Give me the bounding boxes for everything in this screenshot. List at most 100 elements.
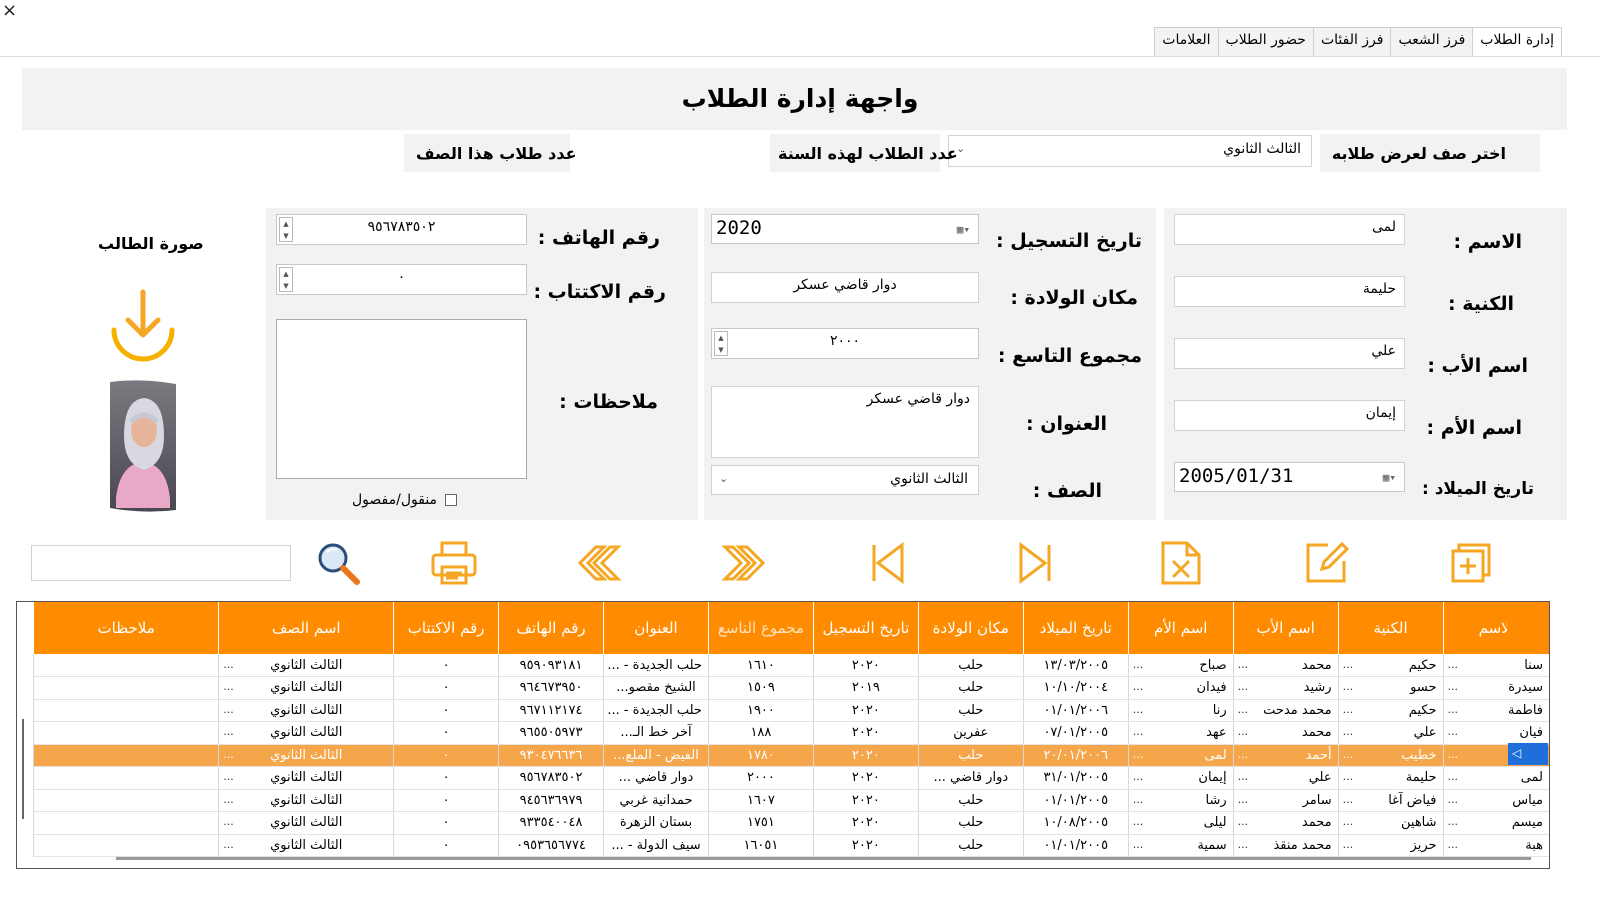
- first-icon[interactable]: [858, 538, 918, 588]
- col-father-cell[interactable]: علي...: [1232, 766, 1339, 790]
- col-mother-cell[interactable]: عهد...: [1127, 721, 1234, 745]
- col-birthdate-cell[interactable]: ١٣/٠٣/٢٠٠٥: [1022, 654, 1129, 677]
- ellipsis-button[interactable]: ...: [223, 703, 234, 716]
- col-regdate-cell[interactable]: ٢٠٢٠: [812, 834, 919, 857]
- father-name-field[interactable]: علي: [1174, 338, 1405, 369]
- search-icon[interactable]: [308, 538, 368, 588]
- ellipsis-button[interactable]: ...: [1133, 680, 1144, 693]
- table-row[interactable]: سيدرة... حسو... رشيد... فيدان... ١٠/١٠/٢٠٠٤ ح…: [32, 676, 1549, 700]
- surname-field[interactable]: حليمة: [1174, 276, 1405, 307]
- col-ninth-total-cell[interactable]: ١٦٠٧: [707, 789, 814, 812]
- ellipsis-button[interactable]: ...: [1343, 725, 1354, 738]
- edit-icon[interactable]: [1296, 538, 1356, 588]
- col-ninth-total-cell[interactable]: ١٧٨٠: [707, 744, 814, 767]
- col-phone-cell[interactable]: ٩٦٤٦٧٣٩٥٠: [498, 676, 604, 700]
- registration-date-picker[interactable]: 2020 ▦▾: [711, 214, 979, 244]
- ellipsis-button[interactable]: ...: [1343, 658, 1354, 671]
- col-father-cell[interactable]: محمد منقذ...: [1232, 834, 1339, 857]
- col-mother-cell[interactable]: رنا...: [1127, 699, 1234, 722]
- col-birthplace-cell[interactable]: حلب...: [917, 834, 1024, 857]
- ellipsis-button[interactable]: ...: [223, 793, 234, 806]
- col-notes-cell[interactable]: [32, 744, 219, 767]
- delete-icon[interactable]: [1150, 538, 1210, 588]
- col-birthplace-cell[interactable]: حلب...: [917, 676, 1024, 700]
- col-subscription-cell[interactable]: ٠: [393, 721, 499, 745]
- col-class-name-cell[interactable]: الثالث الثانوي...: [218, 744, 394, 767]
- ellipsis-button[interactable]: ...: [1448, 703, 1459, 716]
- col-subscription-cell[interactable]: ٠: [393, 654, 499, 677]
- col-address-cell[interactable]: حلب الجديدة - ......: [603, 699, 709, 722]
- table-row[interactable]: سنا... حكيم... محمد... صباح... ١٣/٠٣/٢٠٠٥ حلب…: [32, 654, 1549, 677]
- col-regdate-cell[interactable]: ٢٠٢٠: [812, 789, 919, 812]
- ellipsis-button[interactable]: ...: [1448, 748, 1459, 761]
- col-address-cell[interactable]: دوار قاضي ......: [603, 766, 709, 790]
- previous-icon[interactable]: [570, 538, 630, 588]
- col-notes-cell[interactable]: [32, 811, 219, 835]
- col-name-cell[interactable]: مياس...: [1442, 789, 1549, 812]
- next-icon[interactable]: [713, 538, 773, 588]
- last-icon[interactable]: [1005, 538, 1065, 588]
- ellipsis-button[interactable]: ...: [1448, 815, 1459, 828]
- ellipsis-button[interactable]: ...: [223, 658, 234, 671]
- col-ninth-total-cell[interactable]: ١٦١٠: [707, 654, 814, 677]
- col-subscription-cell[interactable]: ٠: [393, 744, 499, 767]
- col-father-cell[interactable]: رشيد...: [1232, 676, 1339, 700]
- col-address-cell[interactable]: سيف الدولة - ......: [603, 834, 709, 857]
- col-subscription-cell[interactable]: ٠: [393, 811, 499, 835]
- ellipsis-button[interactable]: ...: [1343, 770, 1354, 783]
- col-birthplace-header[interactable]: مكان الولادة: [917, 602, 1024, 654]
- ellipsis-button[interactable]: ...: [1238, 658, 1249, 671]
- col-notes-cell[interactable]: [32, 789, 219, 812]
- ellipsis-button[interactable]: ...: [1133, 658, 1144, 671]
- col-mother-cell[interactable]: ليلى...: [1127, 811, 1234, 835]
- col-birthdate-cell[interactable]: ٣١/٠١/٢٠٠٥: [1022, 766, 1129, 790]
- ellipsis-button[interactable]: ...: [1343, 838, 1354, 851]
- col-class-name-cell[interactable]: الثالث الثانوي...: [218, 699, 394, 722]
- col-birthplace-cell[interactable]: حلب...: [917, 789, 1024, 812]
- col-birthdate-header[interactable]: تاريخ الميلاد: [1022, 602, 1129, 654]
- ellipsis-button[interactable]: ...: [1238, 770, 1249, 783]
- col-class-name-cell[interactable]: الثالث الثانوي...: [218, 834, 394, 857]
- col-surname-cell[interactable]: علي...: [1337, 721, 1444, 745]
- col-father-header[interactable]: اسم الأب: [1232, 602, 1339, 654]
- col-name-cell[interactable]: فيان...: [1442, 721, 1549, 745]
- col-phone-header[interactable]: رقم الهاتف: [498, 602, 604, 654]
- close-icon[interactable]: ×: [2, 0, 17, 21]
- ellipsis-button[interactable]: ...: [1343, 680, 1354, 693]
- col-surname-cell[interactable]: حسو...: [1337, 676, 1444, 700]
- transferred-checkbox[interactable]: [445, 494, 458, 506]
- col-mother-header[interactable]: اسم الأم: [1127, 602, 1234, 654]
- col-subscription-cell[interactable]: ٠: [393, 699, 499, 722]
- notes-field[interactable]: [276, 319, 527, 479]
- table-row[interactable]: مياس... فياض آغا... سامر... رشا... ٠١/٠١/٢٠٠…: [32, 789, 1549, 812]
- col-ninth-total-cell[interactable]: ١٩٠٠: [707, 699, 814, 722]
- col-birthdate-cell[interactable]: ١٠/٠٨/٢٠٠٥: [1022, 811, 1129, 835]
- col-phone-cell[interactable]: ٩٥٦٧٨٣٥٠٢: [498, 766, 604, 790]
- ellipsis-button[interactable]: ...: [223, 680, 234, 693]
- col-father-cell[interactable]: محمد...: [1232, 654, 1339, 677]
- birthdate-picker[interactable]: 2005/01/31 ▦▾: [1174, 462, 1405, 492]
- col-birthdate-cell[interactable]: ٠١/٠١/٢٠٠٦: [1022, 699, 1129, 722]
- col-mother-cell[interactable]: سمية...: [1127, 834, 1234, 857]
- table-row[interactable]: فاطمة... حكيم... محمد مدحت... رنا... ٠١/٠١/٢…: [32, 699, 1549, 722]
- col-address-cell[interactable]: حمدانية غربي...: [603, 789, 709, 812]
- subscription-number-stepper[interactable]: ٠ ▲ ▼: [276, 264, 527, 295]
- col-address-cell[interactable]: بستان الزهرة...: [603, 811, 709, 835]
- stepper-arrows-icon[interactable]: ▲ ▼: [714, 331, 728, 356]
- col-notes-header[interactable]: ملاحظات: [32, 602, 219, 654]
- tab-categories[interactable]: فرز الفئات: [1312, 27, 1392, 56]
- print-icon[interactable]: [424, 538, 484, 588]
- ellipsis-button[interactable]: ...: [223, 725, 234, 738]
- horizontal-scrollbar[interactable]: [116, 857, 1531, 860]
- col-father-cell[interactable]: سامر...: [1232, 789, 1339, 812]
- col-phone-cell[interactable]: ٩٣٠٤٧٦٦٣٦: [498, 744, 604, 767]
- col-regdate-cell[interactable]: ٢٠٢٠: [812, 721, 919, 745]
- ellipsis-button[interactable]: ...: [1238, 838, 1249, 851]
- col-notes-cell[interactable]: [32, 834, 219, 857]
- col-regdate-cell[interactable]: ٢٠٢٠: [812, 811, 919, 835]
- col-address-header[interactable]: العنوان: [603, 602, 709, 654]
- col-ninth-total-cell[interactable]: ١٦٠٥١: [707, 834, 814, 857]
- ellipsis-button[interactable]: ...: [1238, 748, 1249, 761]
- col-name-cell[interactable]: سنا...: [1442, 654, 1549, 677]
- calendar-dropdown-icon[interactable]: ▦▾: [957, 223, 970, 236]
